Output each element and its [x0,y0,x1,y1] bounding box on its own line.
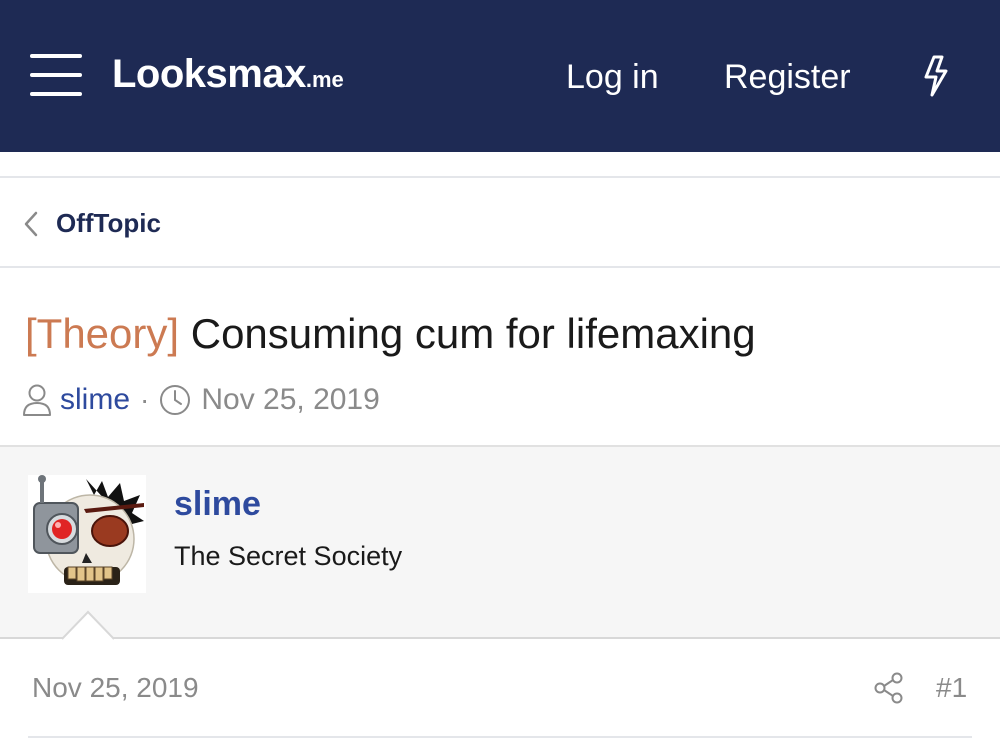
thread-prefix[interactable]: [Theory] [25,310,179,357]
login-link[interactable]: Log in [566,58,659,97]
logo-tld: .me [305,67,344,92]
logo-brand: Looksmax [112,52,306,96]
post-user-block: slime The Secret Society [0,445,1000,639]
thread-title-text: Consuming cum for lifemaxing [190,310,756,357]
meta-separator: · [140,384,150,415]
breadcrumb: OffTopic [0,176,1000,268]
post-number-link[interactable]: #1 [936,672,967,704]
thread-author-link[interactable]: slime [60,383,130,417]
hamburger-icon[interactable] [30,54,82,96]
bolt-icon[interactable] [920,55,952,97]
thread-title: [Theory] Consuming cum for lifemaxing [25,310,756,358]
clock-icon [160,385,191,415]
thread-meta: slime · Nov 25, 2019 [22,380,380,420]
register-link[interactable]: Register [724,58,851,97]
avatar[interactable] [28,475,146,593]
site-logo[interactable]: Looksmax.me [112,52,344,97]
skull-avatar-image [33,475,144,585]
post-username-link[interactable]: slime [174,485,261,524]
chevron-left-icon[interactable] [22,210,40,238]
user-icon [23,384,51,416]
share-icon[interactable] [873,672,905,704]
top-navbar: Looksmax.me Log in Register [0,0,1000,152]
user-block-caret [62,610,114,640]
breadcrumb-link-offtopic[interactable]: OffTopic [56,208,161,239]
post-date-link[interactable]: Nov 25, 2019 [32,672,199,704]
post-user-title: The Secret Society [174,541,403,571]
thread-date-link[interactable]: Nov 25, 2019 [201,383,379,417]
divider [28,736,972,738]
